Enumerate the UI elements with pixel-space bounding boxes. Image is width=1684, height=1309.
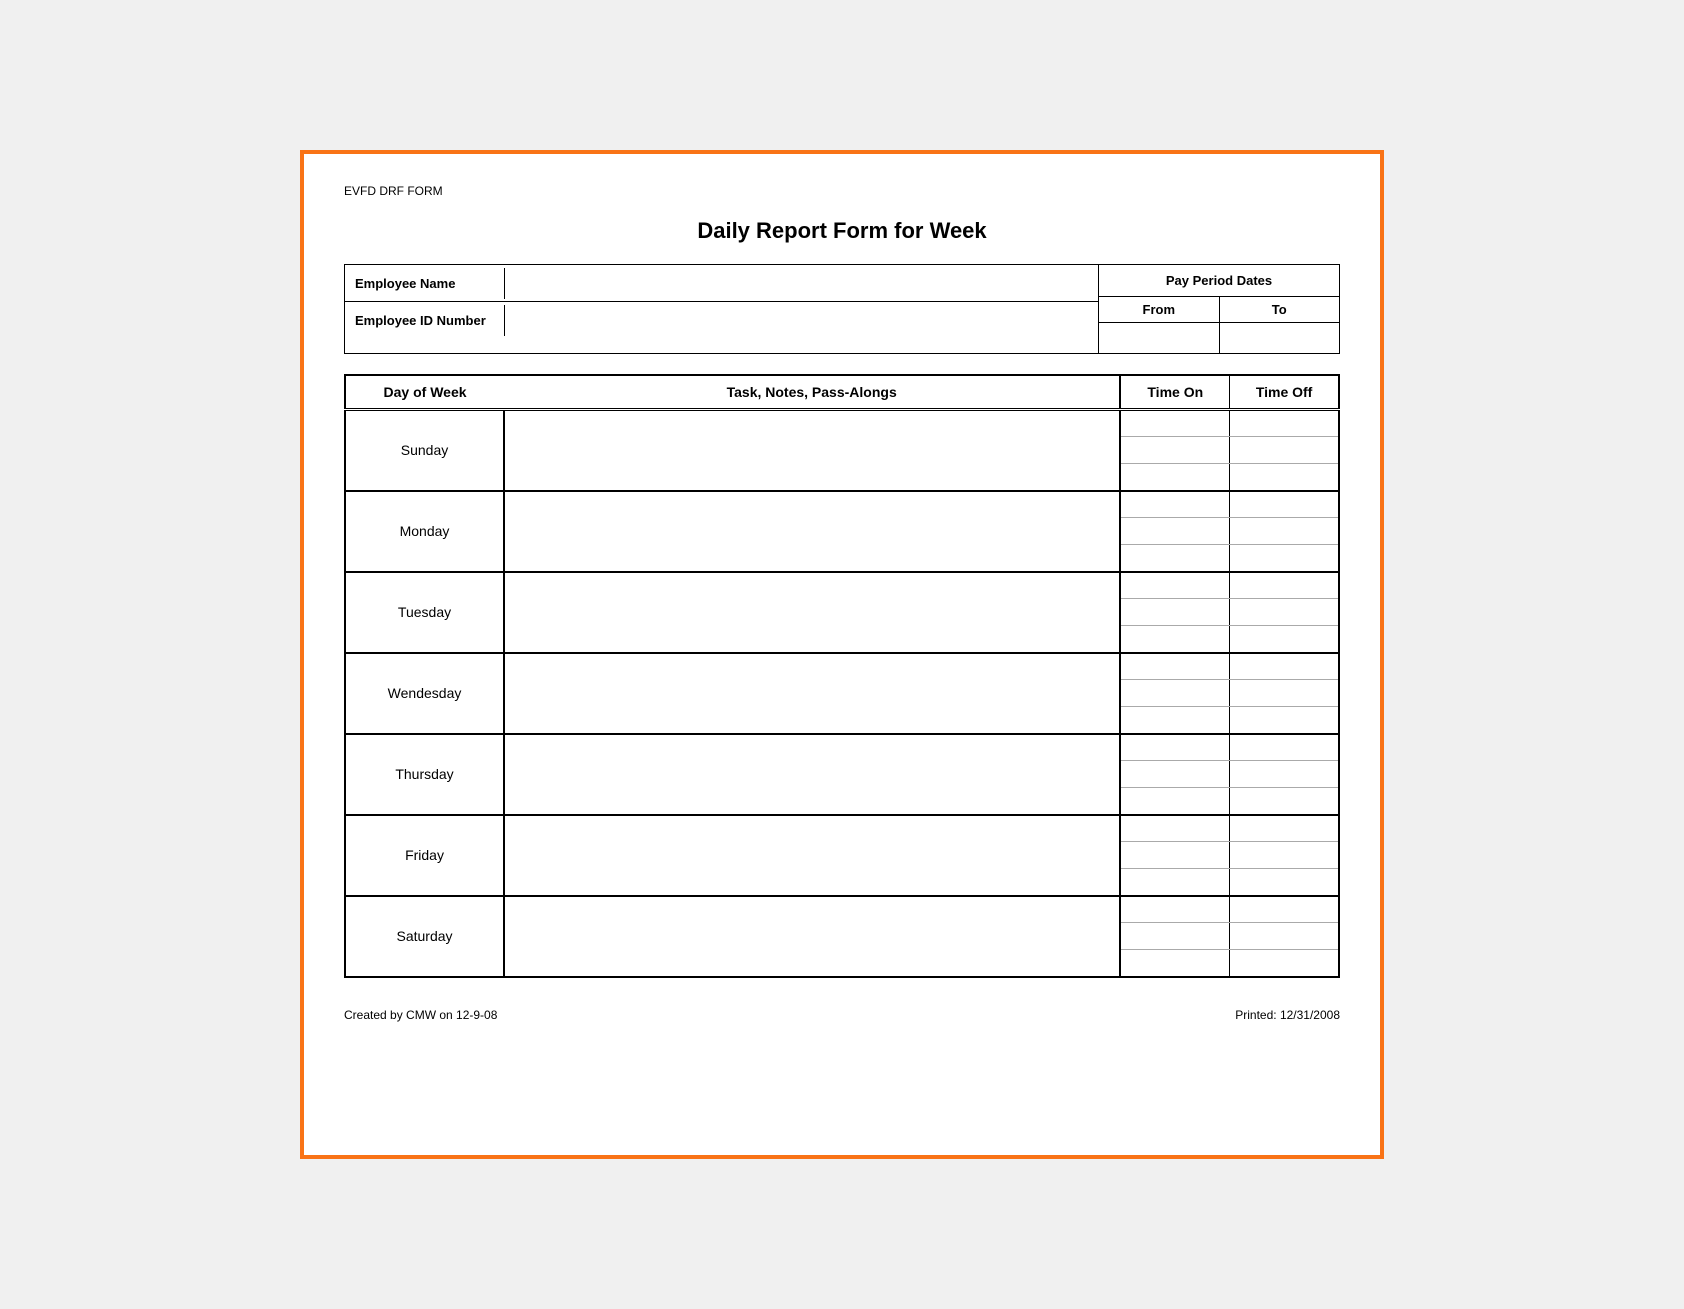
from-input[interactable] [1099,323,1219,353]
col-time-on: Time On [1120,375,1229,410]
day-name-cell: Friday [345,815,504,896]
footer: Created by CMW on 12-9-08 Printed: 12/31… [344,1008,1340,1022]
form-title: Daily Report Form for Week [344,218,1340,244]
employee-info-section: Employee Name Employee ID Number Pay Per… [344,264,1340,354]
employee-id-input[interactable] [505,302,1098,338]
table-row: Friday [345,815,1339,842]
time-on-input[interactable] [1120,761,1229,788]
task-cell[interactable] [504,653,1120,734]
footer-left: Created by CMW on 12-9-08 [344,1008,497,1022]
time-on-input[interactable] [1120,896,1229,923]
footer-right: Printed: 12/31/2008 [1235,1008,1340,1022]
pay-period-from: From [1099,297,1220,353]
to-label: To [1220,297,1340,323]
time-off-input[interactable] [1230,707,1339,734]
pay-period-row: From To [1099,297,1339,353]
time-on-input[interactable] [1120,869,1229,896]
day-name-cell: Wendesday [345,653,504,734]
day-name-cell: Thursday [345,734,504,815]
employee-name-input[interactable] [505,265,1098,301]
from-label: From [1099,297,1219,323]
day-name-cell: Monday [345,491,504,572]
time-off-input[interactable] [1230,842,1339,869]
time-off-input[interactable] [1230,815,1339,842]
time-off-input[interactable] [1230,464,1339,491]
task-cell[interactable] [504,572,1120,653]
time-off-input[interactable] [1230,545,1339,572]
time-on-input[interactable] [1120,680,1229,707]
employee-id-label: Employee ID Number [345,305,505,336]
time-off-input[interactable] [1230,518,1339,545]
time-on-input[interactable] [1120,464,1229,491]
pay-period-to: To [1220,297,1340,353]
time-off-input[interactable] [1230,626,1339,653]
employee-fields: Employee Name Employee ID Number [345,265,1099,353]
task-cell[interactable] [504,491,1120,572]
time-off-input[interactable] [1230,869,1339,896]
pay-period-section: Pay Period Dates From To [1099,265,1339,353]
time-off-input[interactable] [1230,680,1339,707]
time-on-input[interactable] [1120,923,1229,950]
time-off-input[interactable] [1230,653,1339,680]
task-cell[interactable] [504,896,1120,977]
pay-period-label: Pay Period Dates [1099,265,1339,297]
table-row: Thursday [345,734,1339,761]
table-row: Monday [345,491,1339,518]
day-name-cell: Saturday [345,896,504,977]
time-on-input[interactable] [1120,707,1229,734]
form-label: EVFD DRF FORM [344,184,1340,198]
table-header-row: Day of Week Task, Notes, Pass-Alongs Tim… [345,375,1339,410]
employee-name-label: Employee Name [345,268,505,299]
table-row: Wendesday [345,653,1339,680]
col-day-of-week: Day of Week [345,375,504,410]
task-cell[interactable] [504,410,1120,491]
time-off-input[interactable] [1230,572,1339,599]
time-on-input[interactable] [1120,572,1229,599]
time-off-input[interactable] [1230,491,1339,518]
time-on-input[interactable] [1120,815,1229,842]
time-on-input[interactable] [1120,653,1229,680]
task-cell[interactable] [504,734,1120,815]
time-on-input[interactable] [1120,437,1229,464]
time-on-input[interactable] [1120,626,1229,653]
time-off-input[interactable] [1230,761,1339,788]
employee-id-row: Employee ID Number [345,302,1098,338]
to-input[interactable] [1220,323,1340,353]
time-off-input[interactable] [1230,734,1339,761]
time-on-input[interactable] [1120,599,1229,626]
table-row: Tuesday [345,572,1339,599]
col-task-notes: Task, Notes, Pass-Alongs [504,375,1120,410]
day-name-cell: Tuesday [345,572,504,653]
day-name-cell: Sunday [345,410,504,491]
table-row: Sunday [345,410,1339,437]
time-off-input[interactable] [1230,950,1339,977]
time-on-input[interactable] [1120,950,1229,977]
time-off-input[interactable] [1230,599,1339,626]
col-time-off: Time Off [1230,375,1339,410]
time-off-input[interactable] [1230,437,1339,464]
employee-name-row: Employee Name [345,265,1098,302]
time-on-input[interactable] [1120,491,1229,518]
time-off-input[interactable] [1230,896,1339,923]
time-on-input[interactable] [1120,545,1229,572]
page-wrapper: EVFD DRF FORM Daily Report Form for Week… [300,150,1384,1159]
time-on-input[interactable] [1120,734,1229,761]
time-on-input[interactable] [1120,410,1229,437]
time-on-input[interactable] [1120,518,1229,545]
weekly-table: Day of Week Task, Notes, Pass-Alongs Tim… [344,374,1340,978]
time-off-input[interactable] [1230,923,1339,950]
table-row: Saturday [345,896,1339,923]
time-on-input[interactable] [1120,842,1229,869]
task-cell[interactable] [504,815,1120,896]
time-off-input[interactable] [1230,788,1339,815]
time-on-input[interactable] [1120,788,1229,815]
time-off-input[interactable] [1230,410,1339,437]
